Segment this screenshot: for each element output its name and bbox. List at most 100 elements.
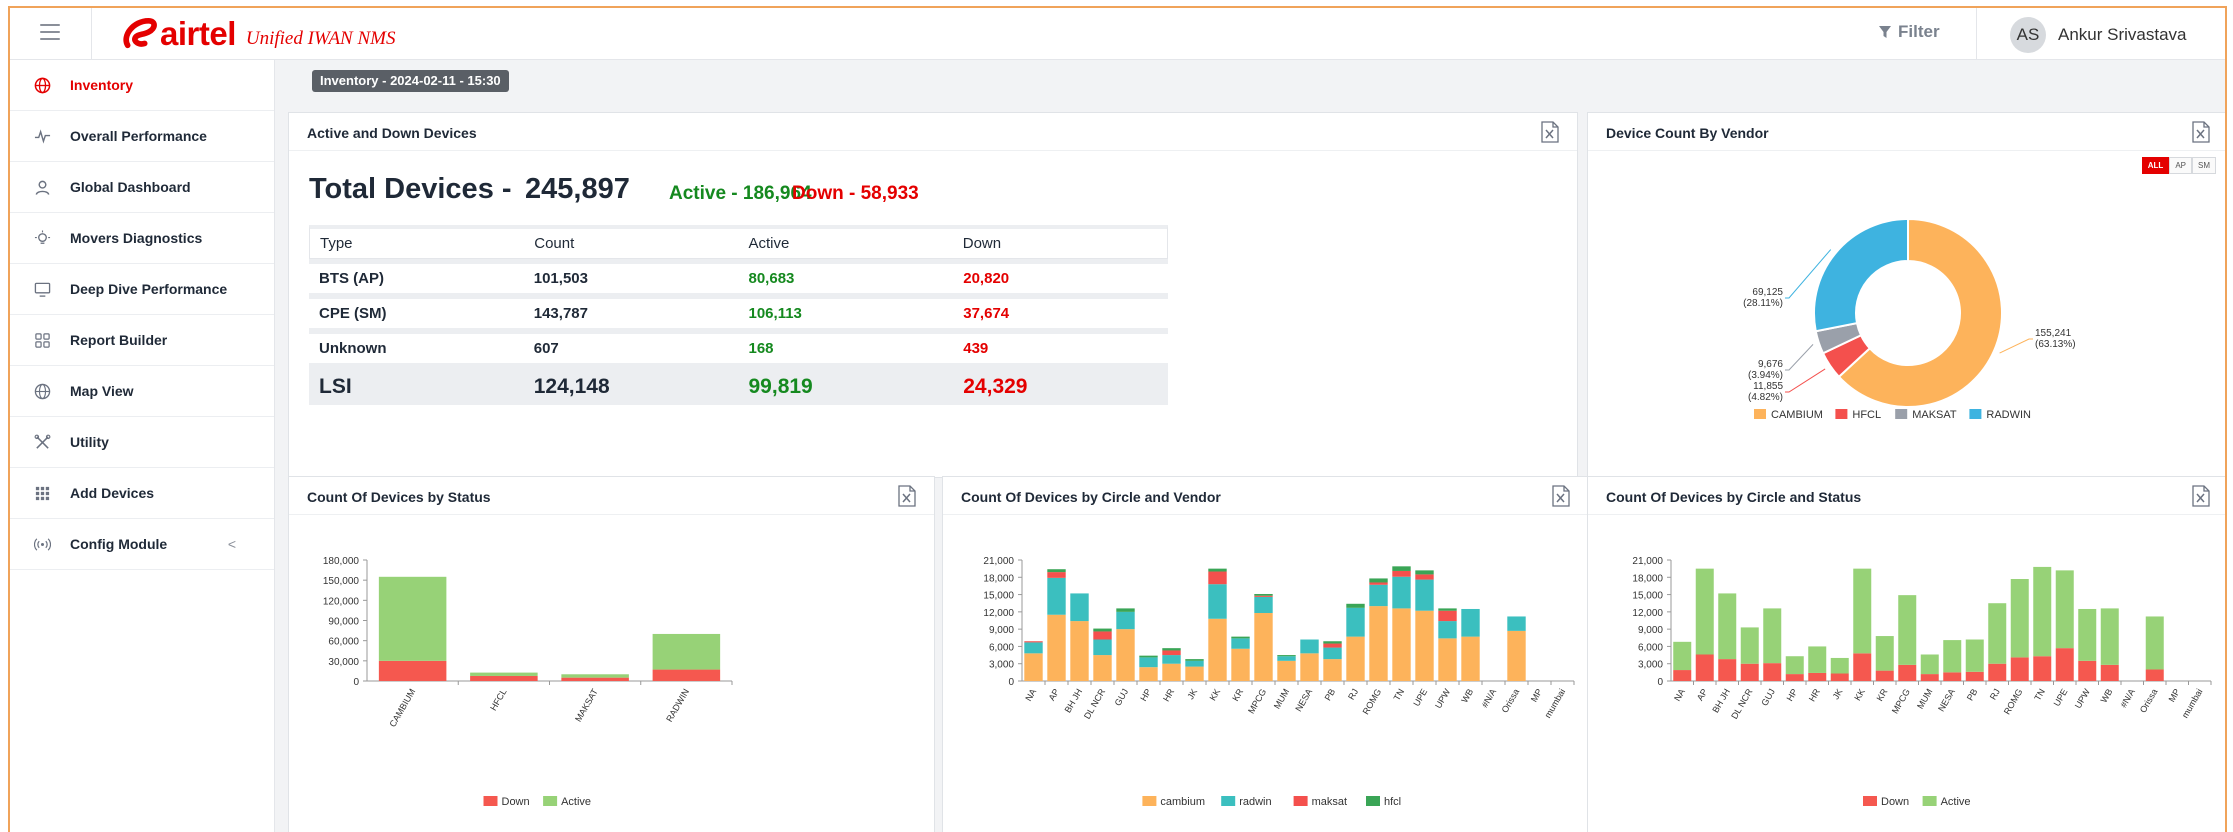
y-tick-label: 0 [1657,677,1663,688]
bar-segment [1943,672,1962,681]
bar-segment [1898,664,1917,681]
status-panel: Count Of Devices by Status 0 30,000 60,000… [288,476,935,832]
bar-segment [1139,655,1158,658]
x-category-label: KK [1208,687,1223,702]
sidebar-item-utility[interactable]: Utility [10,417,274,468]
bar-segment [1830,673,1849,681]
sidebar-item-label: Movers Diagnostics [70,230,203,246]
y-tick-label: 18,000 [983,573,1014,584]
excel-export-icon[interactable] [2192,121,2210,143]
bar-segment [1323,647,1342,660]
y-tick-label: 180,000 [323,556,360,567]
sidebar-item-label: Add Devices [70,485,155,501]
legend-label: Active [561,796,591,808]
x-category-label: JK [1831,687,1845,701]
panel-title: Active and Down Devices [307,125,477,141]
bar-segment [1208,584,1227,619]
x-category-label: ROMG [1361,687,1384,716]
hamburger-menu-icon[interactable] [40,24,60,42]
bar-segment [561,677,629,681]
bar-segment [1392,608,1411,681]
sidebar-item-label: Inventory [70,77,134,93]
bar-segment [1740,663,1759,681]
x-category-label: DL NCR [1082,687,1107,721]
total-active: Active - 186,964 [669,183,812,204]
x-category-label: MUM [1272,687,1291,711]
bar-segment [1875,670,1894,681]
sidebar-item-global-dashboard[interactable]: Global Dashboard [10,162,274,213]
x-category-label: BH JH [1063,687,1085,715]
bar-segment [1300,639,1319,654]
bar-segment [1254,613,1273,681]
sidebar-item-map-view[interactable]: Map View [10,366,274,417]
bar-segment [652,633,721,670]
sidebar-item-label: Config Module [70,536,168,552]
tools-icon [32,432,52,452]
x-category-label: NESA [1293,687,1314,713]
bar-segment [2145,669,2164,681]
filter-label: Filter [1898,22,1940,41]
x-category-label: #N/A [1480,687,1499,709]
x-category-label: JK [1185,687,1199,701]
bar-segment [1695,654,1714,681]
pie-value-label: 9,676 [1758,359,1783,370]
bar-segment [470,675,538,681]
x-category-label: UPE [2052,687,2070,708]
sidebar-item-overall-performance[interactable]: Overall Performance [10,111,274,162]
header-active: Active [748,235,790,252]
bar-segment [1943,640,1962,673]
legend-swatch [1366,796,1380,806]
excel-export-icon[interactable] [1541,121,1559,143]
bar-segment [1830,657,1849,674]
sidebar-item-add-devices[interactable]: Add Devices [10,468,274,519]
bar-segment [1070,593,1089,622]
bar-segment [2145,616,2164,670]
sidebar-item-deep-dive-performance[interactable]: Deep Dive Performance [10,264,274,315]
x-category-label: DL NCR [1729,687,1754,721]
monitor-icon [32,279,52,299]
x-category-label: UPW [2073,687,2092,711]
active-down-panel: Active and Down Devices Total Devices - … [288,112,1578,478]
legend-swatch [1863,796,1877,806]
user-name[interactable]: Ankur Srivastava [2058,25,2187,45]
bar-segment [2100,608,2119,665]
bar-segment [1898,595,1917,665]
globe-icon [32,381,52,401]
bar-segment [1254,593,1273,596]
bar-segment [1185,666,1204,681]
avatar[interactable]: AS [2010,17,2046,53]
table-header: Type Count Active Down [309,225,1168,259]
excel-export-icon[interactable] [2192,485,2210,507]
filter-icon [1879,26,1891,38]
cell-count: 143,787 [533,305,588,322]
bar-segment [1346,636,1365,681]
bar-segment [1438,638,1457,681]
excel-export-icon[interactable] [1552,485,1570,507]
globe-icon [32,75,52,95]
sidebar-item-report-builder[interactable]: Report Builder [10,315,274,366]
x-category-label: KR [1230,687,1245,703]
total-devices-label: Total Devices - [309,173,512,205]
legend-swatch [1922,796,1937,806]
bar-segment [2055,570,2074,649]
bar-segment [1047,577,1066,615]
pie-value-label: 155,241 [2035,328,2072,339]
total-devices-value: 245,897 [525,173,630,205]
legend-label: cambium [1160,796,1205,808]
vendor-donut-chart: 155,241(63.13%) 11,855(4.82%) 9,676(3.94%)… [1743,217,2076,421]
y-tick-label: 6,000 [989,642,1014,653]
sidebar-item-movers-diagnostics[interactable]: Movers Diagnostics [10,213,274,264]
bar-segment [1277,656,1296,661]
y-tick-label: 21,000 [983,556,1014,567]
y-tick-label: 0 [353,677,359,688]
excel-export-icon[interactable] [898,485,916,507]
sidebar-item-config-module[interactable]: Config Module < [10,519,274,570]
y-tick-label: 12,000 [1632,608,1663,619]
filter-button[interactable]: Filter [1878,22,1940,42]
chevron-left-icon[interactable]: < [228,536,236,552]
x-category-label: MUM [1915,687,1934,711]
panel-title: Count Of Devices by Circle and Vendor [961,489,1221,505]
sidebar-item-inventory[interactable]: Inventory [10,60,274,111]
legend-label: Down [502,796,530,808]
x-category-label: NESA [1936,687,1957,713]
